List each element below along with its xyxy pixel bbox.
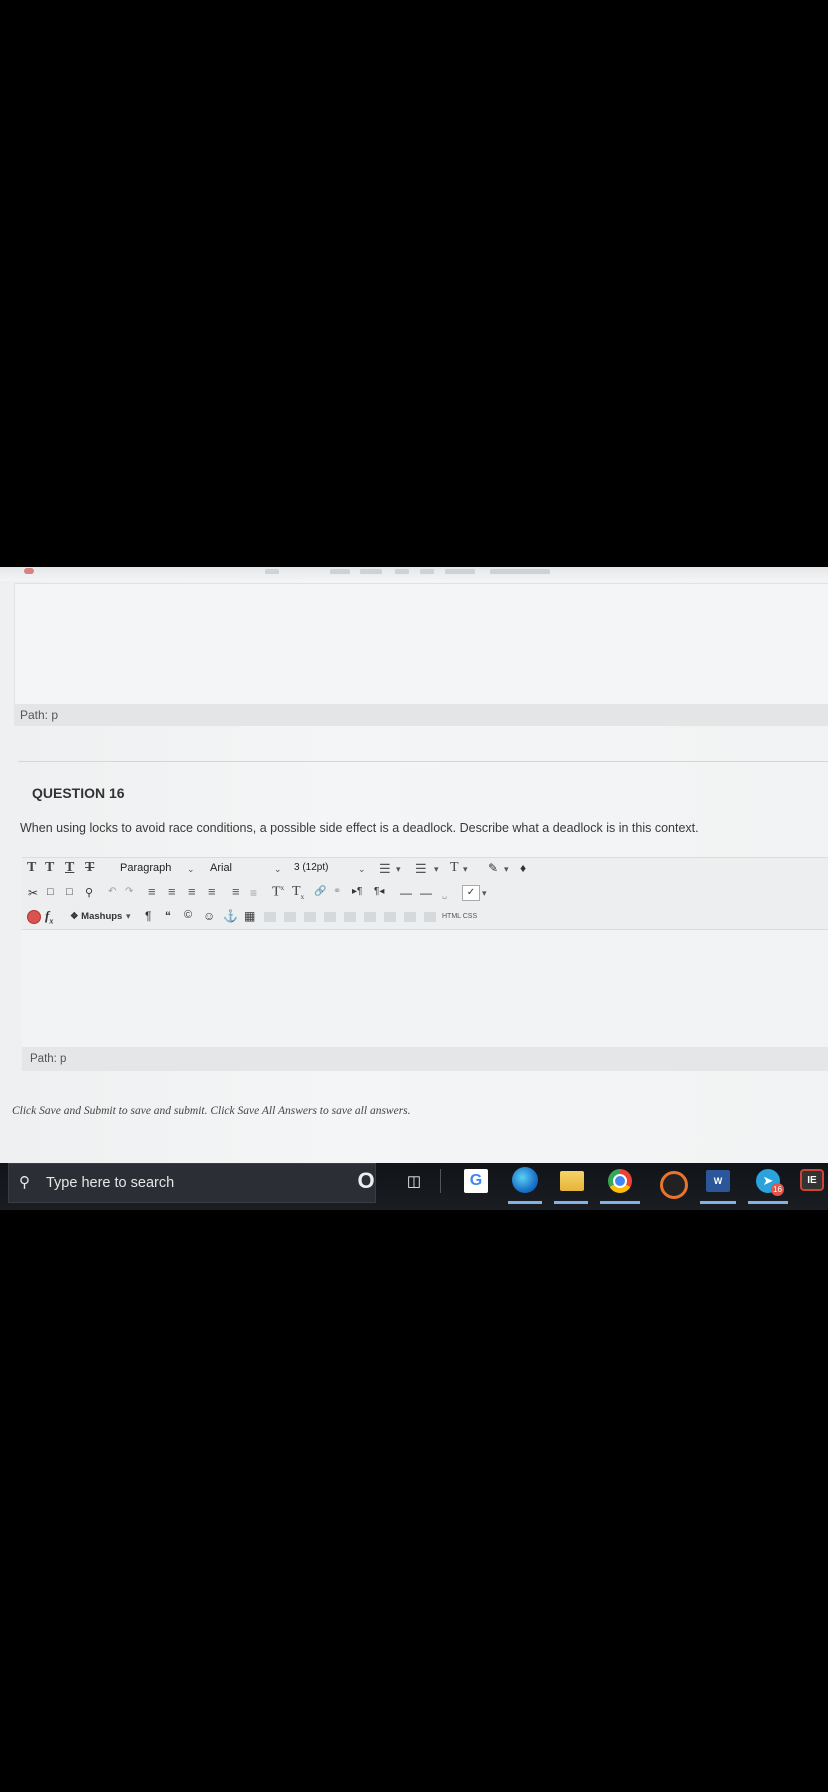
mashups-menu[interactable]: ❖ Mashups	[70, 911, 122, 922]
format-select[interactable]: Paragraph	[120, 862, 171, 874]
notification-badge: 16	[771, 1183, 784, 1196]
text-style-button-2[interactable]: T	[45, 860, 54, 876]
numbered-list-icon[interactable]: ☰	[415, 861, 427, 877]
indent-icon[interactable]: ≡	[232, 884, 240, 899]
horizontal-rule-icon[interactable]: —	[400, 886, 412, 900]
table-tool-icon[interactable]	[364, 912, 376, 925]
app-icon[interactable]: IE	[800, 1169, 824, 1191]
font-select[interactable]: Arial	[210, 862, 232, 874]
insert-line-icon[interactable]: —	[420, 886, 432, 900]
edge-icon[interactable]	[512, 1167, 538, 1193]
rtl-icon[interactable]: ¶◂	[374, 886, 384, 897]
ltr-icon[interactable]: ▸¶	[352, 886, 362, 897]
cortana-icon[interactable]: O	[352, 1167, 380, 1195]
outdent-icon[interactable]: ≡	[250, 886, 257, 900]
font-color-icon[interactable]: T	[450, 860, 459, 876]
table-icon[interactable]: ▦	[244, 909, 255, 923]
toolbar-row-3: fx ❖ Mashups ▾ ¶ “ © ☺ ⚓ ▦ HTML CSS	[22, 905, 828, 929]
anchor-icon[interactable]: ⚓	[223, 909, 238, 923]
black-background-top	[0, 0, 828, 567]
chrome-running-indicator	[600, 1201, 640, 1204]
copyright-icon[interactable]: ©	[184, 909, 192, 921]
size-select[interactable]: 3 (12pt)	[294, 862, 328, 873]
redo-icon[interactable]: ↷	[125, 886, 133, 897]
copy-icon[interactable]: □	[47, 886, 54, 898]
nonbreaking-space-icon[interactable]: ␣	[442, 890, 447, 899]
chevron-down-icon[interactable]: ▾	[434, 864, 439, 875]
strikethrough-button[interactable]: T	[85, 860, 94, 876]
editor-toolbar: T T T T Paragraph ⌄ Arial ⌄ 3 (12pt) ⌄ ☰…	[22, 857, 828, 930]
answer-editor[interactable]	[22, 929, 828, 1048]
edge-running-indicator	[508, 1201, 542, 1204]
spellcheck-icon[interactable]: ✓	[462, 885, 480, 901]
align-left-icon[interactable]: ≡	[148, 884, 156, 899]
google-icon[interactable]: G	[464, 1169, 488, 1193]
subscript-button[interactable]: Tx	[292, 884, 304, 901]
chevron-down-icon[interactable]: ▾	[396, 864, 401, 875]
question-text: When using locks to avoid race condition…	[20, 821, 699, 835]
question-divider	[18, 761, 828, 762]
path-bar: Path: p	[22, 1047, 828, 1071]
word-icon[interactable]: W	[706, 1170, 730, 1192]
word-running-indicator	[700, 1201, 736, 1204]
blockquote-button[interactable]: “	[165, 909, 171, 923]
pilcrow-button[interactable]: ¶	[145, 909, 151, 923]
search-icon: ⚲	[19, 1174, 30, 1191]
emoticon-icon[interactable]: ☺	[203, 909, 215, 923]
table-tool-icon[interactable]	[344, 912, 356, 925]
table-tool-icon[interactable]	[324, 912, 336, 925]
previous-answer-editor[interactable]	[14, 583, 828, 705]
chevron-down-icon[interactable]: ⌄	[274, 864, 282, 875]
chevron-down-icon[interactable]: ▾	[504, 864, 509, 875]
app-icon[interactable]	[660, 1171, 688, 1199]
cut-icon[interactable]: ✂	[28, 886, 38, 900]
toolbar-row-2: ✂ □ □ ⚲ ↶ ↷ ≡ ≡ ≡ ≡ ≡ ≡ Tx Tx 🔗 ⚭ ▸¶ ¶◂ …	[22, 882, 828, 906]
text-style-button-1[interactable]: T	[27, 860, 36, 876]
explorer-running-indicator	[554, 1201, 588, 1204]
chevron-down-icon[interactable]: ⌄	[187, 864, 195, 875]
table-tool-icon[interactable]	[304, 912, 316, 925]
superscript-button[interactable]: Tx	[272, 884, 284, 901]
chevron-down-icon[interactable]: ▾	[482, 888, 487, 899]
table-tool-icon[interactable]	[284, 912, 296, 925]
chevron-down-icon[interactable]: ▾	[463, 864, 468, 875]
table-tool-icon[interactable]	[424, 912, 436, 925]
screen-area: Path: p QUESTION 16 When using locks to …	[0, 567, 828, 1210]
question-title: QUESTION 16	[32, 785, 125, 801]
justify-icon[interactable]: ≡	[208, 884, 216, 899]
paste-icon[interactable]: □	[66, 886, 73, 898]
save-instructions: Click Save and Submit to save and submit…	[12, 1105, 411, 1117]
undo-icon[interactable]: ↶	[108, 886, 116, 897]
html-css-button[interactable]: HTML CSS	[442, 913, 477, 920]
search-placeholder: Type here to search	[46, 1175, 175, 1191]
taskbar-search-box[interactable]: ⚲ Type here to search	[8, 1163, 376, 1203]
unlink-icon[interactable]: ⚭	[333, 886, 341, 897]
chrome-icon[interactable]	[608, 1169, 632, 1193]
record-icon[interactable]	[27, 910, 41, 927]
highlight-pen-icon[interactable]: ✎	[488, 861, 498, 875]
telegram-running-indicator	[748, 1201, 788, 1204]
underline-button[interactable]: T	[65, 860, 74, 876]
table-tool-icon[interactable]	[384, 912, 396, 925]
file-explorer-icon[interactable]	[560, 1171, 584, 1191]
align-center-icon[interactable]: ≡	[168, 884, 176, 899]
toolbar-row-1: T T T T Paragraph ⌄ Arial ⌄ 3 (12pt) ⌄ ☰…	[22, 858, 828, 882]
eraser-icon[interactable]: ♦	[520, 861, 526, 875]
find-icon[interactable]: ⚲	[85, 886, 93, 899]
table-tool-icon[interactable]	[264, 912, 276, 925]
windows-taskbar: ⚲ Type here to search O ◫ G W ➤ 16 IE	[0, 1163, 828, 1210]
math-editor-button[interactable]: fx	[45, 908, 53, 926]
bullet-list-icon[interactable]: ☰	[379, 861, 391, 877]
chevron-down-icon[interactable]: ⌄	[358, 864, 366, 875]
previous-path-bar: Path: p	[14, 704, 828, 726]
link-icon[interactable]: 🔗	[314, 886, 326, 897]
previous-toolbar-remnant	[0, 567, 828, 581]
task-view-icon[interactable]: ◫	[400, 1167, 428, 1195]
black-background-bottom	[0, 1210, 828, 1792]
taskbar-separator	[440, 1169, 441, 1193]
align-right-icon[interactable]: ≡	[188, 884, 196, 899]
table-tool-icon[interactable]	[404, 912, 416, 925]
chevron-down-icon[interactable]: ▾	[126, 911, 131, 922]
